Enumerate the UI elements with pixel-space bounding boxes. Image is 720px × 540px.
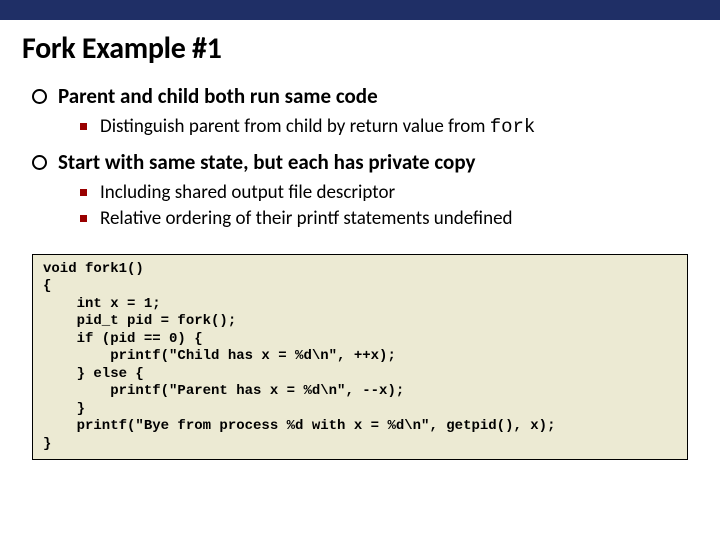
bullet-label: Parent and child both run same code [58,83,698,110]
list-item: Including shared output file descriptor [80,180,698,206]
sub-text: Distinguish parent from child by return … [100,115,490,138]
sub-text: Including shared output file descriptor [100,181,395,204]
inline-code: fork [490,116,536,138]
sub-list: Including shared output file descriptor … [58,180,698,231]
title-bar [0,0,720,20]
list-item: Start with same state, but each has priv… [32,149,698,232]
bullet-list: Parent and child both run same code Dist… [22,83,698,232]
code-block: void fork1() { int x = 1; pid_t pid = fo… [32,254,688,461]
bullet-label: Start with same state, but each has priv… [58,149,698,176]
slide-title: Fork Example #1 [22,30,698,67]
list-item: Parent and child both run same code Dist… [32,83,698,141]
sub-list: Distinguish parent from child by return … [58,114,698,141]
slide-body: Fork Example #1 Parent and child both ru… [0,20,720,460]
list-item: Relative ordering of their printf statem… [80,206,698,232]
sub-text: Relative ordering of their printf statem… [100,207,513,230]
list-item: Distinguish parent from child by return … [80,114,698,141]
